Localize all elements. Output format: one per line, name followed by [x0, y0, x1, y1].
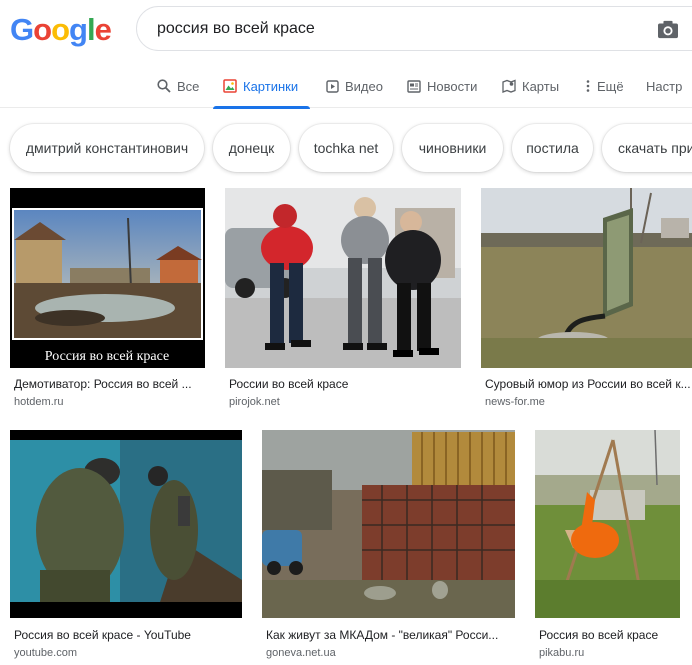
logo-letter: o — [33, 12, 52, 47]
search-icon — [157, 79, 171, 93]
video-frame-image — [10, 430, 242, 618]
result-source[interactable]: hotdem.ru — [14, 396, 64, 408]
tab-video[interactable]: Видео — [326, 64, 383, 108]
logo-letter: e — [94, 12, 112, 47]
result-source[interactable]: goneva.net.ua — [266, 647, 336, 659]
news-icon — [407, 79, 421, 93]
result-title[interactable]: России во всей красе — [229, 377, 461, 391]
camera-icon[interactable] — [657, 19, 679, 39]
result-source[interactable]: youtube.com — [14, 647, 77, 659]
result-thumbnail[interactable] — [535, 430, 680, 618]
video-icon — [326, 79, 339, 93]
chip[interactable]: tochka net — [299, 124, 393, 172]
search-box[interactable]: россия во всей красе — [136, 6, 692, 51]
tab-all[interactable]: Все — [157, 64, 199, 108]
chip[interactable]: скачать при — [602, 124, 692, 172]
image-result[interactable]: Как живут за МКАДом - "великая" Росси...… — [262, 430, 515, 660]
result-title[interactable]: Как живут за МКАДом - "великая" Росси... — [266, 628, 515, 642]
tab-label: Картинки — [243, 78, 299, 94]
tab-images[interactable]: Картинки — [213, 64, 311, 109]
demotivator-image: Россия во всей красе — [10, 188, 205, 368]
logo-letter: o — [51, 12, 70, 47]
result-source[interactable]: pikabu.ru — [539, 647, 584, 659]
result-thumbnail[interactable]: Россия во всей красе — [10, 188, 205, 368]
image-result[interactable]: Россия во всей красе - YouTube youtube.c… — [10, 430, 242, 660]
result-title[interactable]: Россия во всей красе - YouTube — [14, 628, 242, 642]
google-image-search-page: Google россия во всей красе Все Картинки… — [0, 0, 692, 665]
result-thumbnail[interactable] — [481, 188, 692, 368]
search-tabs: Все Картинки Видео Новости Карты Ещё Нас… — [0, 64, 692, 109]
result-thumbnail[interactable] — [225, 188, 461, 368]
photo-people-image — [225, 188, 461, 368]
image-result[interactable]: России во всей красе pirojok.net — [225, 188, 461, 410]
logo-letter: l — [86, 12, 96, 47]
image-icon — [223, 79, 237, 93]
tab-more[interactable]: Ещё — [585, 64, 624, 108]
tab-maps[interactable]: Карты — [502, 64, 559, 108]
result-title[interactable]: Демотиватор: Россия во всей ... — [14, 377, 204, 391]
photo-shack-image — [262, 430, 515, 618]
tab-label: Все — [177, 78, 200, 94]
chip[interactable]: постила — [512, 124, 593, 172]
tab-news[interactable]: Новости — [407, 64, 477, 108]
chip[interactable]: чиновники — [402, 124, 503, 172]
more-vert-icon — [586, 80, 590, 92]
chip[interactable]: дмитрий константинович — [10, 124, 204, 172]
tab-label: Видео — [345, 78, 383, 94]
image-result[interactable]: Суровый юмор из России во всей к... news… — [481, 188, 692, 410]
tab-label: Ещё — [597, 78, 624, 94]
result-source[interactable]: news-for.me — [485, 396, 545, 408]
photo-tripod-image — [535, 430, 680, 618]
image-result[interactable]: Россия во всей красе Демотиватор: Россия… — [10, 188, 205, 410]
search-input[interactable]: россия во всей красе — [157, 20, 315, 38]
result-source[interactable]: pirojok.net — [229, 396, 280, 408]
photo-field-image — [481, 188, 692, 368]
tab-label: Карты — [522, 78, 560, 94]
result-title[interactable]: Суровый юмор из России во всей к... — [485, 377, 692, 391]
chip[interactable]: донецк — [213, 124, 290, 172]
logo-letter: G — [10, 12, 34, 47]
maps-icon — [502, 79, 516, 93]
related-search-chips: дмитрий константинович донецк tochka net… — [0, 124, 692, 172]
demotivator-caption: Россия во всей красе — [45, 349, 169, 364]
result-thumbnail[interactable] — [10, 430, 242, 618]
tab-label: Новости — [427, 78, 478, 94]
google-logo[interactable]: Google — [10, 12, 112, 48]
result-thumbnail[interactable] — [262, 430, 515, 618]
logo-letter: g — [69, 12, 88, 47]
image-result[interactable]: Россия во всей красе pikabu.ru — [535, 430, 680, 660]
tab-label: Настр — [646, 78, 683, 94]
result-title[interactable]: Россия во всей красе — [539, 628, 680, 642]
tab-settings[interactable]: Настр — [646, 64, 682, 108]
